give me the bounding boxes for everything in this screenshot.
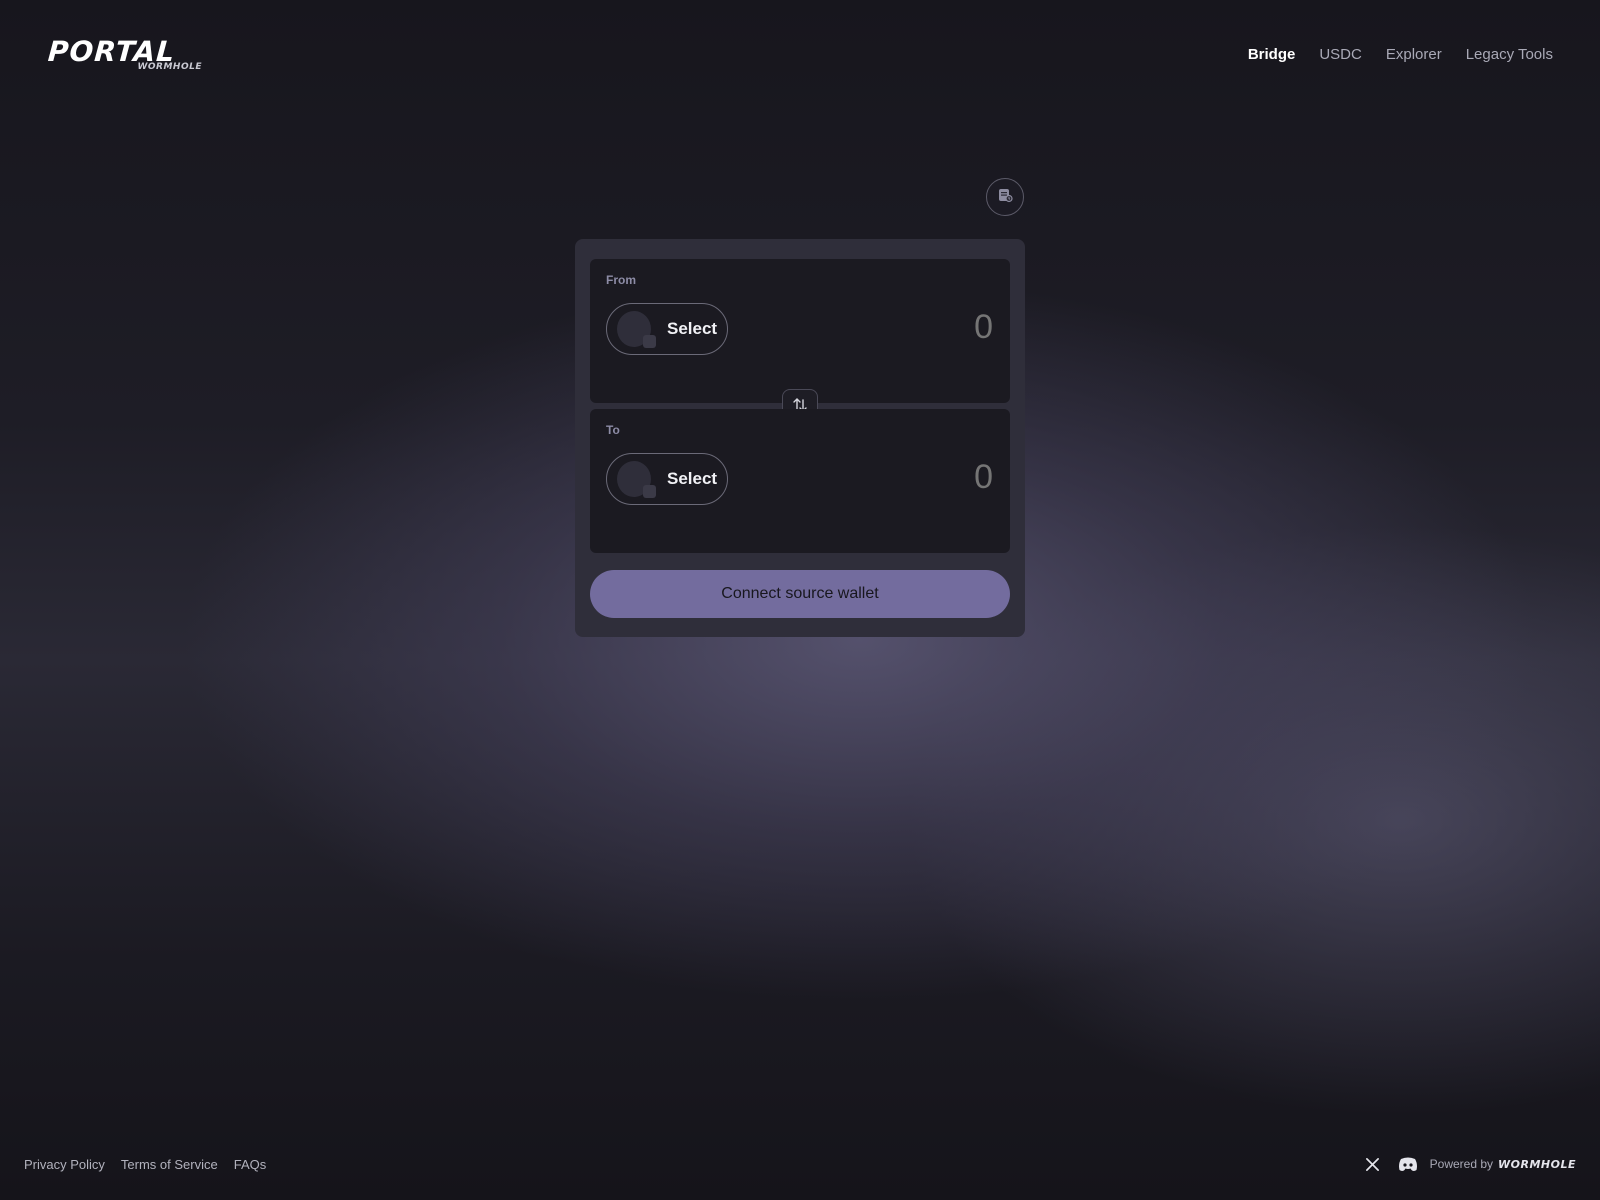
footer-right: Powered by WORMHOLE xyxy=(1365,1151,1576,1177)
to-label: To xyxy=(606,423,620,437)
from-label: From xyxy=(606,273,636,287)
from-amount-input[interactable] xyxy=(843,307,993,347)
from-select-button[interactable]: Select xyxy=(606,303,728,355)
nav-explorer[interactable]: Explorer xyxy=(1386,46,1442,63)
portal-logo[interactable]: PORTAL WORMHOLE xyxy=(47,35,208,74)
connect-source-wallet-button[interactable]: Connect source wallet xyxy=(590,570,1010,618)
to-select-label: Select xyxy=(667,469,718,488)
nav-bridge[interactable]: Bridge xyxy=(1248,46,1296,63)
from-panel: From Select xyxy=(590,259,1010,403)
logo-sub-text: WORMHOLE xyxy=(137,62,202,72)
nav-legacy-tools[interactable]: Legacy Tools xyxy=(1466,46,1553,63)
discord-icon[interactable] xyxy=(1398,1157,1418,1172)
to-select-button[interactable]: Select xyxy=(606,453,728,505)
from-select-label: Select xyxy=(667,319,718,338)
transaction-history-icon xyxy=(997,187,1013,208)
privacy-policy-link[interactable]: Privacy Policy xyxy=(24,1157,105,1172)
to-panel: To Select xyxy=(590,409,1010,553)
nav-usdc[interactable]: USDC xyxy=(1319,46,1362,63)
chain-placeholder-icon xyxy=(643,335,656,348)
powered-by-text: Powered by xyxy=(1429,1157,1494,1171)
wormhole-wordmark[interactable]: WORMHOLE xyxy=(1498,1158,1576,1171)
to-amount-input[interactable] xyxy=(843,457,993,497)
bridge-card: From Select To Select Connect source wal… xyxy=(575,239,1025,637)
main-nav: Bridge USDC Explorer Legacy Tools xyxy=(1248,46,1553,63)
faqs-link[interactable]: FAQs xyxy=(234,1157,267,1172)
x-icon[interactable] xyxy=(1365,1157,1380,1172)
header: PORTAL WORMHOLE Bridge USDC Explorer Leg… xyxy=(0,0,1600,110)
terms-of-service-link[interactable]: Terms of Service xyxy=(121,1157,218,1172)
footer-links: Privacy Policy Terms of Service FAQs xyxy=(24,1157,266,1172)
chain-placeholder-icon xyxy=(643,485,656,498)
transaction-history-button[interactable] xyxy=(986,178,1024,216)
